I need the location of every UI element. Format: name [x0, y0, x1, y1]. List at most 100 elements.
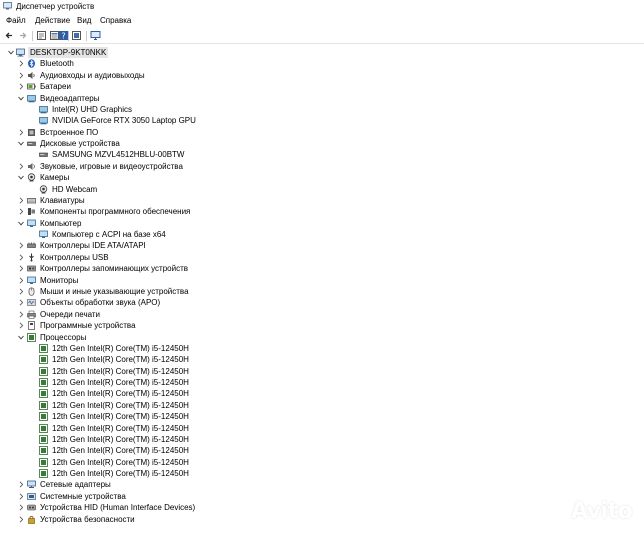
tree-device-node[interactable]: 12th Gen Intel(R) Core(TM) i5-12450H	[0, 434, 644, 445]
update-driver-icon[interactable]	[71, 30, 82, 41]
processor-icon	[39, 412, 48, 421]
tree-device-node[interactable]: Intel(R) UHD Graphics	[0, 104, 644, 115]
chevron-right-icon[interactable]	[17, 492, 25, 501]
avito-logo-icon	[537, 501, 566, 530]
tree-device-node[interactable]: 12th Gen Intel(R) Core(TM) i5-12450H	[0, 468, 644, 479]
chevron-right-icon[interactable]	[17, 515, 25, 524]
chevron-right-icon[interactable]	[17, 480, 25, 489]
chevron-right-icon[interactable]	[17, 276, 25, 285]
chevron-right-icon[interactable]	[17, 264, 25, 273]
chevron-right-icon[interactable]	[17, 71, 25, 80]
chevron-right-icon[interactable]	[17, 82, 25, 91]
tree-node-label: Программные устройства	[40, 321, 136, 330]
tree-device-node[interactable]: 12th Gen Intel(R) Core(TM) i5-12450H	[0, 411, 644, 422]
toolbar-separator	[32, 31, 33, 41]
chevron-right-icon[interactable]	[17, 241, 25, 250]
tree-device-node[interactable]: SAMSUNG MZVL4512HBLU-00BTW	[0, 149, 644, 160]
tree-category-node[interactable]: Мониторы	[0, 275, 644, 286]
mouse-icon	[28, 287, 35, 296]
chevron-down-icon[interactable]	[7, 48, 15, 57]
menu-item-2[interactable]: Вид	[77, 15, 91, 26]
tree-category-node[interactable]: Объекты обработки звука (APO)	[0, 297, 644, 308]
tree-node-label: 12th Gen Intel(R) Core(TM) i5-12450H	[52, 355, 189, 364]
toolbar: ?	[0, 29, 644, 44]
processor-icon	[39, 378, 48, 387]
tree-category-node[interactable]: Компьютер	[0, 218, 644, 229]
camera-icon	[39, 185, 48, 194]
tree-category-node[interactable]: Дисковые устройства	[0, 138, 644, 149]
chevron-right-icon[interactable]	[17, 298, 25, 307]
tree-category-node[interactable]: Процессоры	[0, 332, 644, 343]
tree-device-node[interactable]: NVIDIA GeForce RTX 3050 Laptop GPU	[0, 115, 644, 126]
tree-category-node[interactable]: Камеры	[0, 172, 644, 183]
back-arrow-icon[interactable]	[4, 30, 15, 41]
tree-node-label: Звуковые, игровые и видеоустройства	[40, 162, 183, 171]
menu-item-3[interactable]: Справка	[100, 15, 131, 26]
tree-category-node[interactable]: Контроллеры IDE ATA/ATAPI	[0, 240, 644, 251]
tree-category-node[interactable]: Bluetooth	[0, 58, 644, 69]
tree-node-label: Дисковые устройства	[40, 139, 120, 148]
scan-hardware-icon[interactable]	[90, 30, 101, 41]
tree-category-node[interactable]: Сетевые адаптеры	[0, 479, 644, 490]
tree-category-node[interactable]: Компоненты программного обеспечения	[0, 206, 644, 217]
chevron-right-icon[interactable]	[17, 321, 25, 330]
tree-device-node[interactable]: 12th Gen Intel(R) Core(TM) i5-12450H	[0, 377, 644, 388]
tree-root-node[interactable]: DESKTOP-9KT0NKK	[0, 47, 644, 58]
tree-category-node[interactable]: Контроллеры запоминающих устройств	[0, 263, 644, 274]
chevron-down-icon[interactable]	[17, 333, 25, 342]
tree-device-node[interactable]: 12th Gen Intel(R) Core(TM) i5-12450H	[0, 400, 644, 411]
chevron-right-icon[interactable]	[17, 287, 25, 296]
processor-icon	[27, 333, 36, 342]
tree-device-node[interactable]: 12th Gen Intel(R) Core(TM) i5-12450H	[0, 423, 644, 434]
tree-device-node[interactable]: 12th Gen Intel(R) Core(TM) i5-12450H	[0, 343, 644, 354]
tree-category-node[interactable]: Клавиатуры	[0, 195, 644, 206]
tree-category-node[interactable]: Звуковые, игровые и видеоустройства	[0, 161, 644, 172]
chevron-right-icon[interactable]	[17, 253, 25, 262]
menu-item-1[interactable]: Действие	[35, 15, 70, 26]
tree-node-label: Сетевые адаптеры	[40, 480, 111, 489]
tree-category-node[interactable]: Контроллеры USB	[0, 252, 644, 263]
tree-device-node[interactable]: HD Webcam	[0, 184, 644, 195]
tree-device-node[interactable]: 12th Gen Intel(R) Core(TM) i5-12450H	[0, 388, 644, 399]
chevron-right-icon[interactable]	[17, 196, 25, 205]
chevron-right-icon[interactable]	[17, 503, 25, 512]
chevron-right-icon[interactable]	[17, 128, 25, 137]
chevron-down-icon[interactable]	[17, 139, 25, 148]
chevron-right-icon[interactable]	[17, 59, 25, 68]
tree-category-node[interactable]: Встроенное ПО	[0, 127, 644, 138]
usb-icon	[29, 253, 34, 262]
processor-icon	[39, 344, 48, 353]
forward-arrow-icon[interactable]	[17, 30, 28, 41]
device-manager-icon	[3, 2, 12, 10]
chevron-down-icon[interactable]	[17, 94, 25, 103]
display-adapter-icon	[27, 95, 36, 103]
monitor-icon	[27, 219, 36, 227]
tree-device-node[interactable]: 12th Gen Intel(R) Core(TM) i5-12450H	[0, 457, 644, 468]
tree-category-node[interactable]: Очереди печати	[0, 309, 644, 320]
avito-watermark: Avito	[535, 498, 639, 532]
chevron-right-icon[interactable]	[17, 310, 25, 319]
tree-category-node[interactable]: Видеоадаптеры	[0, 93, 644, 104]
processor-icon	[39, 355, 48, 364]
ide-controller-icon	[27, 242, 36, 248]
chevron-down-icon[interactable]	[17, 173, 25, 182]
camera-icon	[27, 173, 36, 182]
tree-category-node[interactable]: Мыши и иные указывающие устройства	[0, 286, 644, 297]
tree-device-node[interactable]: 12th Gen Intel(R) Core(TM) i5-12450H	[0, 445, 644, 456]
tree-node-label: Объекты обработки звука (APO)	[40, 298, 161, 307]
tree-device-node[interactable]: 12th Gen Intel(R) Core(TM) i5-12450H	[0, 354, 644, 365]
tree-device-node[interactable]: 12th Gen Intel(R) Core(TM) i5-12450H	[0, 366, 644, 377]
svg-text:?: ?	[61, 32, 65, 41]
tree-category-node[interactable]: Программные устройства	[0, 320, 644, 331]
chevron-down-icon[interactable]	[17, 219, 25, 228]
disk-icon	[27, 141, 36, 146]
chevron-right-icon[interactable]	[17, 162, 25, 171]
tree-device-node[interactable]: Компьютер с ACPI на базе x64	[0, 229, 644, 240]
chevron-right-icon[interactable]	[17, 207, 25, 216]
tree-category-node[interactable]: Батареи	[0, 81, 644, 92]
tree-node-label: Контроллеры IDE ATA/ATAPI	[40, 241, 146, 250]
battery-icon	[27, 83, 36, 90]
menu-item-0[interactable]: Файл	[6, 15, 26, 26]
tree-category-node[interactable]: Аудиовходы и аудиовыходы	[0, 70, 644, 81]
properties-icon[interactable]	[36, 30, 47, 41]
